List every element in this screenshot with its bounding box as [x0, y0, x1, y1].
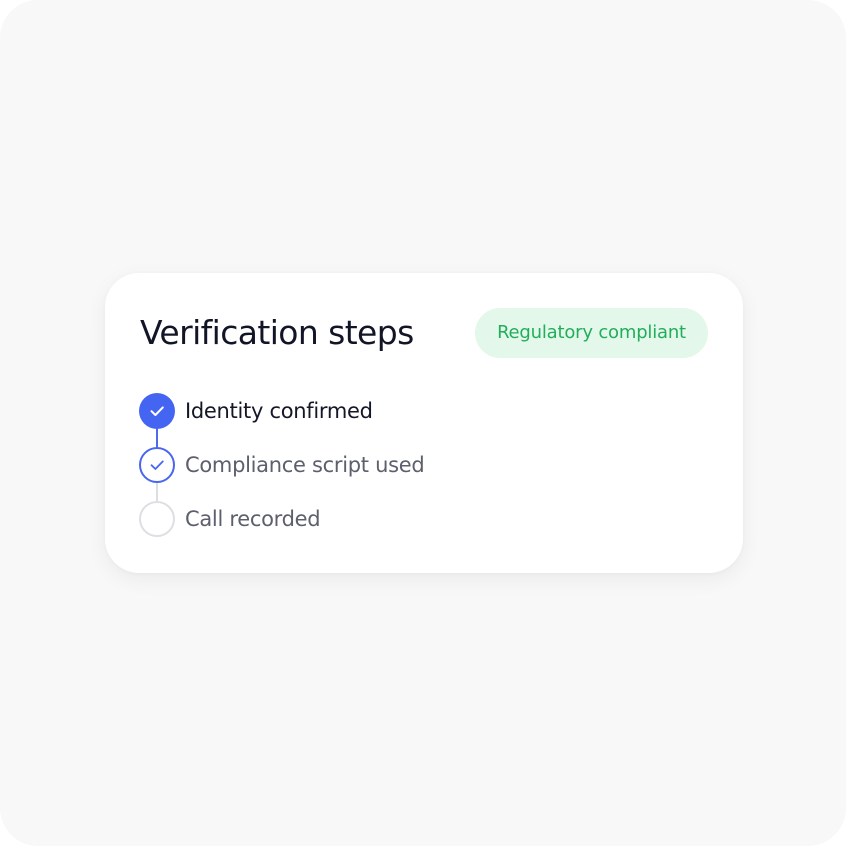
verification-card: Verification steps Regulatory compliant …: [105, 273, 743, 573]
step-status-checked: [139, 447, 175, 483]
card-title: Verification steps: [140, 313, 414, 352]
step-identity-confirmed[interactable]: Identity confirmed: [139, 393, 699, 429]
step-connector-1: [156, 427, 158, 449]
check-icon: [150, 460, 164, 470]
step-status-completed: [139, 393, 175, 429]
step-call-recorded[interactable]: Call recorded: [139, 501, 699, 537]
step-label: Call recorded: [185, 507, 321, 531]
step-status-pending: [139, 501, 175, 537]
step-label: Compliance script used: [185, 453, 425, 477]
page-background: Verification steps Regulatory compliant …: [0, 0, 846, 846]
check-icon: [150, 406, 164, 416]
step-compliance-script[interactable]: Compliance script used: [139, 447, 699, 483]
compliance-badge: Regulatory compliant: [475, 308, 708, 358]
steps-list: Identity confirmed Compliance script use…: [139, 393, 699, 543]
step-label: Identity confirmed: [185, 399, 373, 423]
step-connector-2: [156, 481, 158, 503]
